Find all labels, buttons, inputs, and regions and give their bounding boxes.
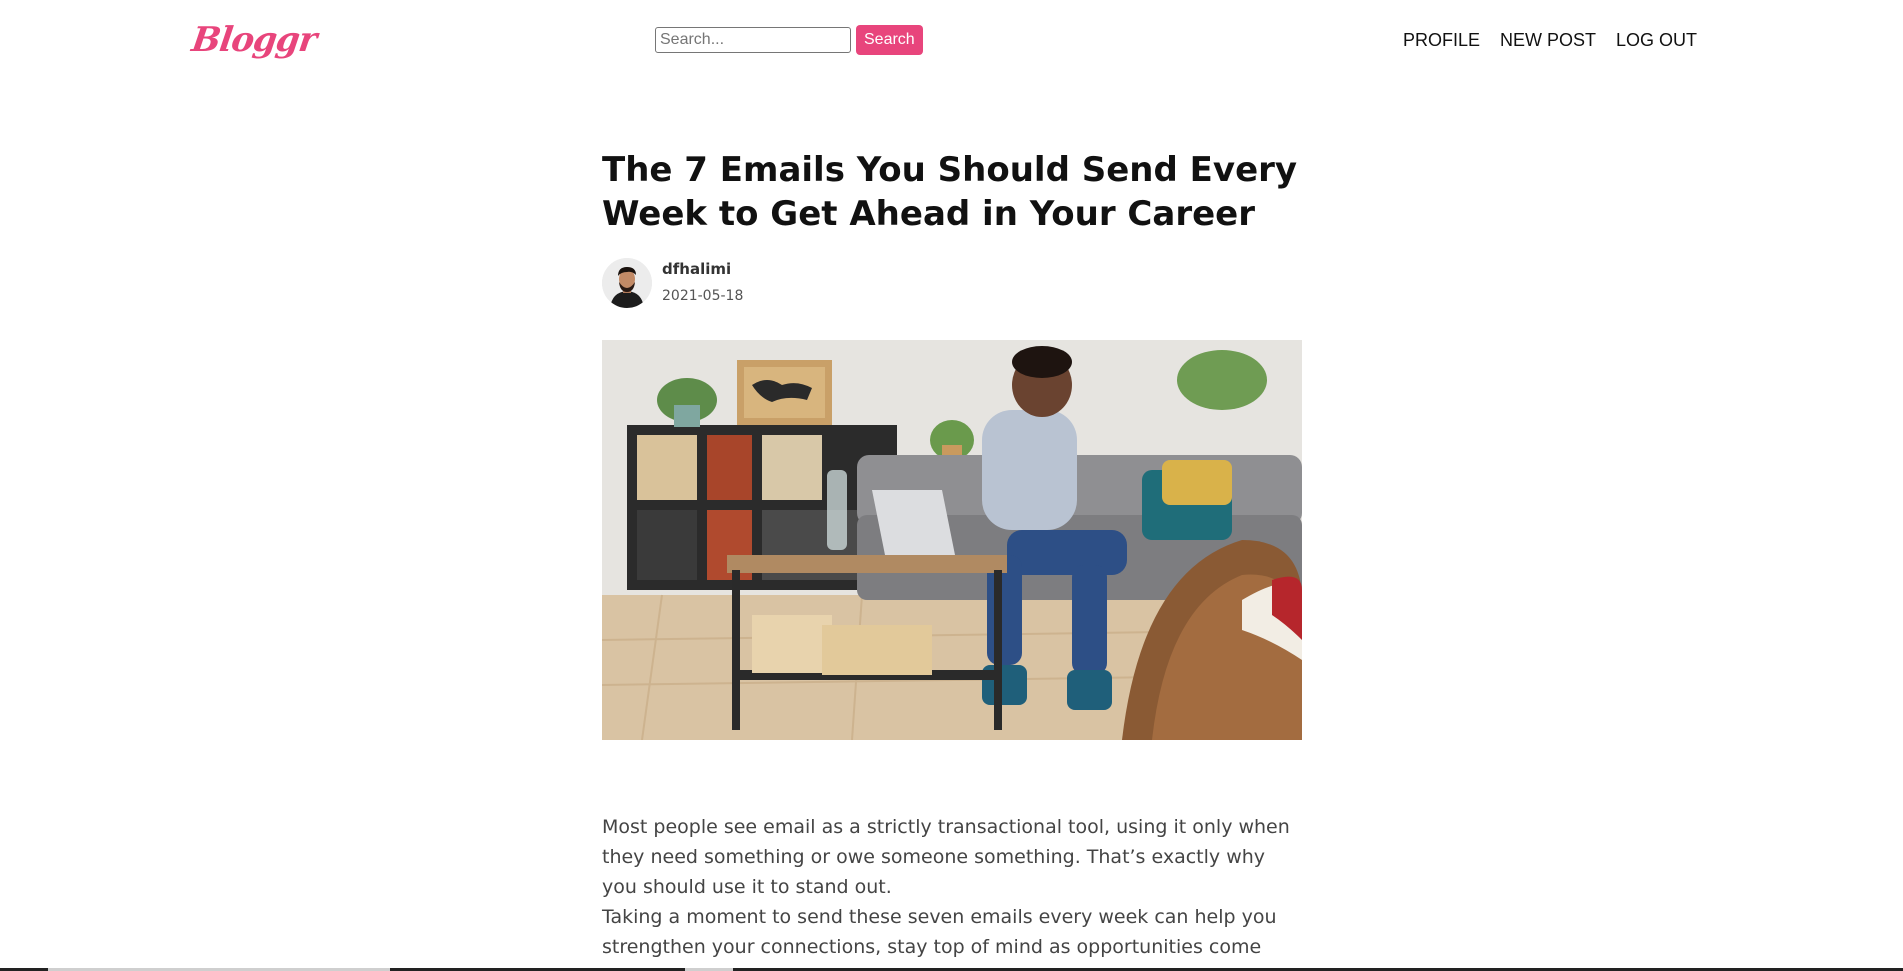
article-title: The 7 Emails You Should Send Every Week … — [602, 150, 1298, 234]
nav-profile[interactable]: PROFILE — [1403, 30, 1480, 51]
body-paragraph-1: Most people see email as a strictly tran… — [602, 816, 1290, 898]
search-button[interactable]: Search — [856, 25, 923, 55]
search-input[interactable] — [655, 27, 851, 53]
article-meta: dfhalimi 2021-05-18 — [602, 258, 1302, 308]
author-name[interactable]: dfhalimi — [662, 260, 743, 278]
article: The 7 Emails You Should Send Every Week … — [602, 148, 1302, 962]
page: Bloggr Search PROFILE NEW POST LOG OUT T… — [0, 0, 1903, 971]
body-paragraph-2: Taking a moment to send these seven emai… — [602, 906, 1277, 958]
site-header: Bloggr Search PROFILE NEW POST LOG OUT — [0, 0, 1903, 80]
author-block: dfhalimi 2021-05-18 — [662, 258, 743, 304]
avatar-image — [602, 258, 652, 308]
site-logo[interactable]: Bloggr — [189, 20, 318, 60]
post-date: 2021-05-18 — [662, 288, 744, 304]
hero-image — [602, 340, 1302, 740]
article-body: Most people see email as a strictly tran… — [602, 812, 1302, 962]
nav-new-post[interactable]: NEW POST — [1500, 30, 1596, 51]
top-nav: PROFILE NEW POST LOG OUT — [1403, 30, 1697, 51]
nav-log-out[interactable]: LOG OUT — [1616, 30, 1697, 51]
avatar[interactable] — [602, 258, 652, 308]
search-form: Search — [655, 25, 923, 55]
